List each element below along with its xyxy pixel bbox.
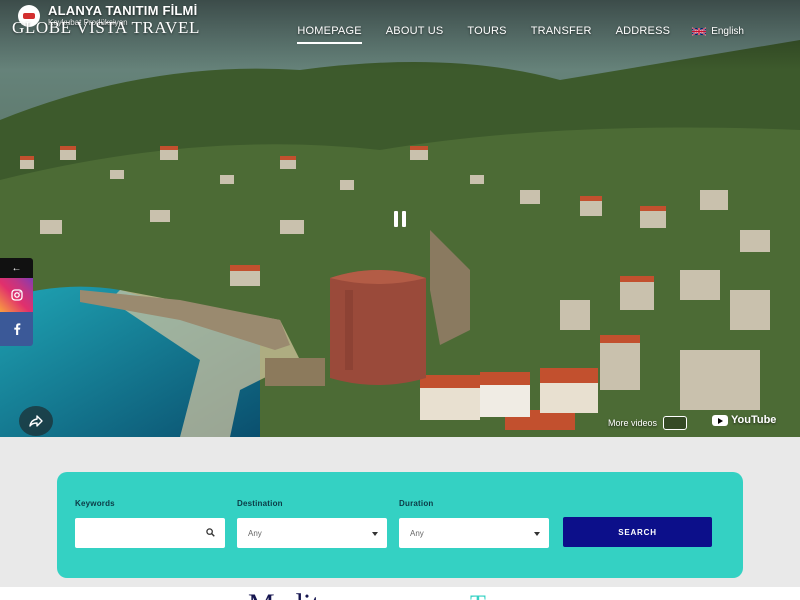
more-videos-label: More videos (608, 418, 658, 428)
destination-field: Destination Any (237, 499, 387, 548)
language-label: English (711, 25, 744, 37)
instagram-icon (10, 289, 23, 301)
youtube-logo[interactable]: YouTube (712, 414, 776, 426)
pause-icon[interactable] (393, 211, 407, 227)
search-icon (206, 528, 215, 537)
section-heading: Medit (248, 590, 320, 600)
nav-item-address[interactable]: ADDRESS (604, 24, 683, 38)
chevron-down-icon (534, 532, 540, 536)
keywords-field: Keywords (75, 499, 225, 548)
social-sidebar: ← (0, 258, 33, 346)
site-header: ALANYA TANITIM FİLMİ Keykubat Prodüksiyo… (0, 0, 800, 60)
duration-select[interactable]: Any (399, 518, 549, 548)
site-logo[interactable]: GLOBE VISTA TRAVEL (12, 18, 200, 38)
hero-video[interactable]: ALANYA TANITIM FİLMİ Keykubat Prodüksiyo… (0, 0, 800, 437)
share-icon (29, 415, 43, 427)
more-videos-button[interactable]: More videos (608, 416, 688, 430)
keywords-label: Keywords (75, 499, 115, 508)
nav-item-tours[interactable]: TOURS (455, 24, 518, 38)
destination-select[interactable]: Any (237, 518, 387, 548)
keywords-box[interactable] (75, 518, 225, 548)
more-videos-icon (663, 416, 688, 430)
share-button[interactable] (19, 406, 53, 436)
duration-field: Duration Any (399, 499, 549, 548)
nav-item-transfer[interactable]: TRANSFER (519, 24, 604, 38)
keywords-input[interactable] (86, 528, 196, 538)
video-title[interactable]: ALANYA TANITIM FİLMİ (48, 3, 197, 18)
search-card: Keywords Destination Any Duration Any SE… (57, 472, 743, 578)
duration-value: Any (410, 528, 424, 538)
destination-value: Any (248, 528, 262, 538)
youtube-label: YouTube (731, 414, 777, 426)
search-section: Keywords Destination Any Duration Any SE… (0, 437, 800, 587)
search-button[interactable]: SEARCH (563, 517, 712, 547)
nav-item-about-us[interactable]: ABOUT US (374, 24, 456, 38)
youtube-play-icon (712, 414, 728, 426)
facebook-button[interactable] (0, 312, 33, 346)
main-nav: HOMEPAGE ABOUT US TOURS TRANSFER ADDRESS… (285, 24, 800, 44)
social-collapse-button[interactable]: ← (0, 258, 33, 278)
facebook-icon (13, 323, 20, 335)
destination-label: Destination (237, 499, 283, 508)
uk-flag-icon (692, 26, 707, 36)
instagram-button[interactable] (0, 278, 33, 312)
nav-item-homepage[interactable]: HOMEPAGE (285, 24, 373, 44)
language-selector[interactable]: English (682, 26, 800, 37)
chevron-down-icon (372, 532, 378, 536)
section-heading-accent: T (470, 592, 486, 600)
section-heading-area: Medit T (0, 587, 800, 600)
duration-label: Duration (399, 499, 434, 508)
